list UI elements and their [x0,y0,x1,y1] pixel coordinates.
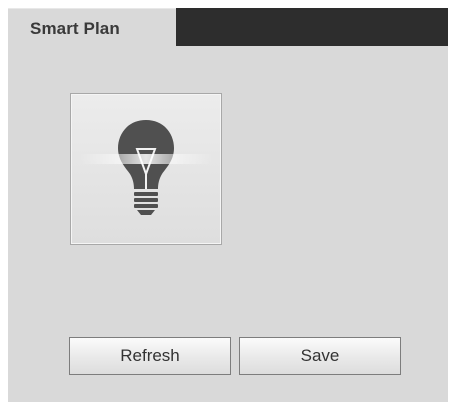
refresh-button[interactable]: Refresh [69,337,231,375]
save-button[interactable]: Save [239,337,401,375]
smart-plan-tile[interactable] [70,93,222,245]
light-bulb-icon [79,120,213,215]
smart-plan-window: Smart Plan Refresh Save [0,0,451,412]
tab-smart-plan-label: Smart Plan [30,19,120,38]
tab-smart-plan[interactable]: Smart Plan [8,8,176,46]
